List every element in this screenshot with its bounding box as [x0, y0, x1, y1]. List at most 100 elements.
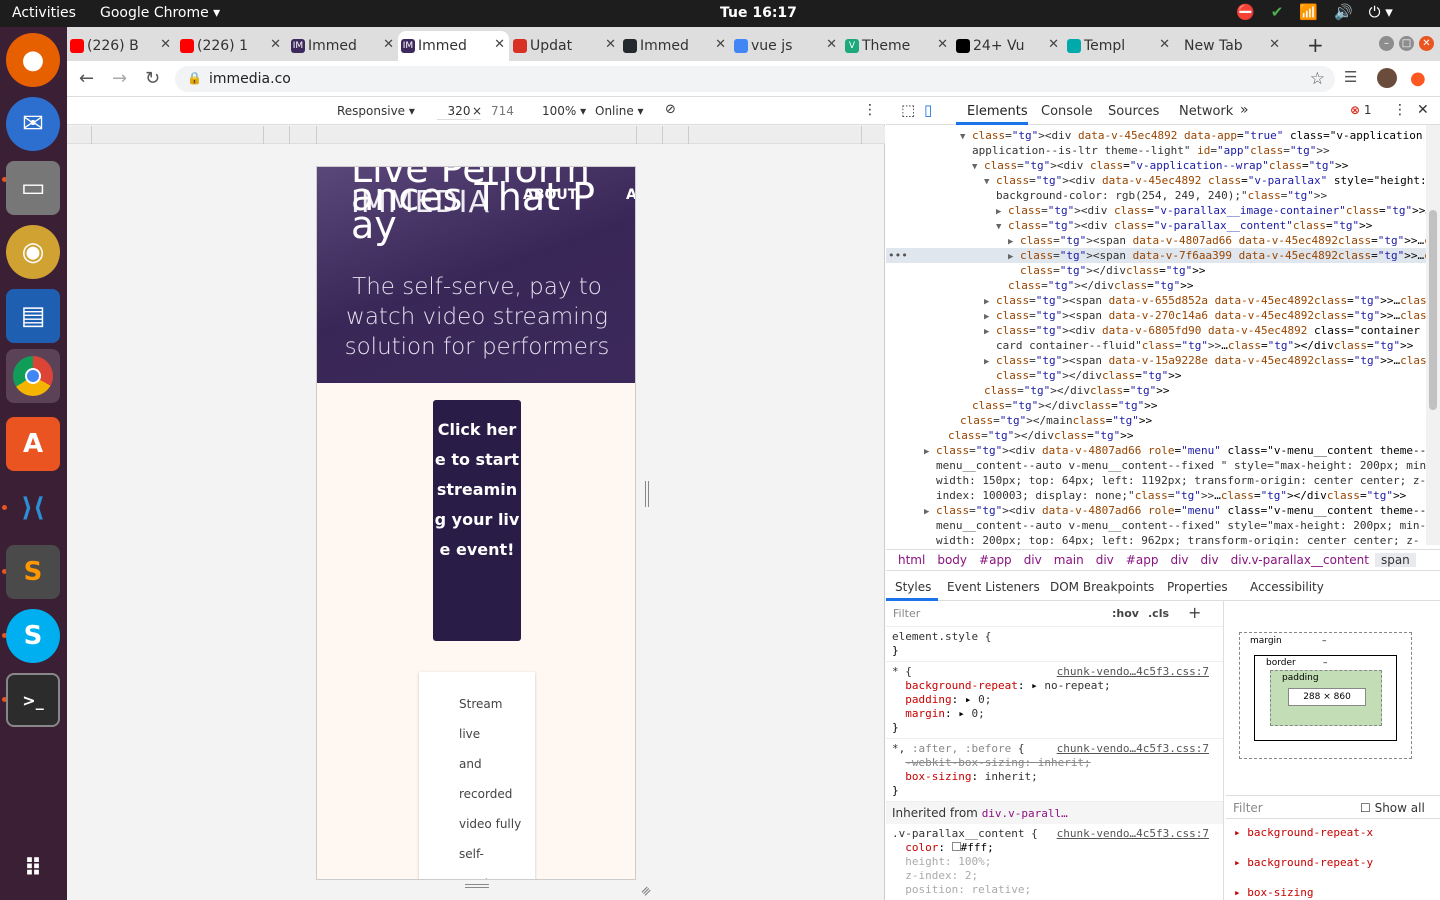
- resize-handle[interactable]: [645, 481, 649, 507]
- activities-button[interactable]: Activities: [12, 5, 76, 21]
- dom-node-line[interactable]: ▼ class="tg"><div data-v-45ec4892 data-a…: [886, 128, 1426, 143]
- dom-node-line[interactable]: ▶ class="tg"><span data-v-270c14a6 data-…: [886, 308, 1426, 323]
- dom-node-line[interactable]: ▼ class="tg"><div data-v-45ec4892 class=…: [886, 173, 1426, 188]
- extension-icon[interactable]: ●: [1410, 68, 1426, 89]
- sublime-icon[interactable]: S: [6, 545, 60, 599]
- dom-node-line[interactable]: ▶ class="tg"><span data-v-655d852a data-…: [886, 293, 1426, 308]
- dom-node-line[interactable]: ▶ class="tg"><span data-v-15a9228e data-…: [886, 353, 1426, 368]
- reload-icon[interactable]: ↻: [145, 68, 160, 89]
- box-model-padding[interactable]: padding 288 × 860: [1270, 670, 1382, 726]
- zoom-dropdown[interactable]: 100% ▾: [542, 104, 586, 118]
- box-model-content[interactable]: 288 × 860: [1288, 688, 1366, 706]
- breadcrumb-item[interactable]: html: [892, 553, 931, 567]
- close-tab-icon[interactable]: ✕: [605, 37, 616, 52]
- responsive-dropdown[interactable]: Responsive ▾: [337, 104, 415, 118]
- rule-source-link[interactable]: chunk-vendo…4c5f3.css:7: [1057, 742, 1209, 756]
- dom-node-line[interactable]: class="tg"></divclass="tg">>: [886, 368, 1426, 383]
- close-devtools-icon[interactable]: ✕: [1417, 102, 1429, 118]
- cls-toggle[interactable]: .cls: [1148, 607, 1169, 620]
- media-controls-icon[interactable]: ☰: [1344, 68, 1357, 86]
- dom-node-line[interactable]: ▶ class="tg"><div data-v-6805fd90 data-v…: [886, 323, 1426, 338]
- dom-node-line[interactable]: width: 150px; top: 64px; left: 1192px; t…: [886, 473, 1426, 488]
- computed-filter-input[interactable]: Filter: [1233, 801, 1263, 815]
- tab-console[interactable]: Console: [1041, 104, 1093, 119]
- bookmark-star-icon[interactable]: ☆: [1310, 69, 1325, 89]
- skype-icon[interactable]: S: [6, 609, 60, 663]
- rule-source-link[interactable]: chunk-vendo…4c5f3.css:7: [1057, 665, 1209, 679]
- dom-node-line[interactable]: class="tg"></divclass="tg">>: [886, 263, 1426, 278]
- computed-property[interactable]: ▸ background-repeat-y: [1234, 856, 1373, 869]
- dom-node-line[interactable]: class="tg"></divclass="tg">>: [886, 383, 1426, 398]
- dom-node-line[interactable]: ••• ▶ class="tg"><span data-v-7f6aa399 da…: [886, 248, 1426, 263]
- close-tab-icon[interactable]: ✕: [494, 37, 505, 52]
- firefox-icon[interactable]: ●: [6, 33, 60, 87]
- tab-sources[interactable]: Sources: [1108, 104, 1159, 119]
- dom-node-line[interactable]: class="tg"></mainclass="tg">>: [886, 413, 1426, 428]
- box-model-border[interactable]: border – padding 288 × 860: [1254, 655, 1397, 741]
- tab-network[interactable]: Network: [1179, 104, 1233, 119]
- inspect-element-icon[interactable]: ⬚: [901, 101, 915, 119]
- close-tab-icon[interactable]: ✕: [937, 37, 948, 52]
- dom-node-line[interactable]: card container--fluid"class="tg">>…class…: [886, 338, 1426, 353]
- dom-node-line[interactable]: menu__content--auto v-menu__content--fix…: [886, 458, 1426, 473]
- breadcrumb-item[interactable]: #app: [973, 553, 1018, 567]
- dom-node-line[interactable]: class="tg"></divclass="tg">>: [886, 278, 1426, 293]
- profile-avatar[interactable]: [1377, 68, 1397, 88]
- clock[interactable]: Tue 16:17: [720, 5, 797, 21]
- nav-link[interactable]: A: [626, 187, 635, 203]
- error-counter[interactable]: ⊗ 1: [1350, 103, 1372, 117]
- dom-node-line[interactable]: menu__content--auto v-menu__content--fix…: [886, 518, 1426, 533]
- dom-node-line[interactable]: index: 100003; display: none;"class="tg"…: [886, 488, 1426, 503]
- app-menu[interactable]: Google Chrome ▾: [100, 5, 220, 21]
- dom-scrollbar[interactable]: [1426, 125, 1440, 545]
- browser-tab[interactable]: vue js ✕: [731, 31, 841, 61]
- close-tab-icon[interactable]: ✕: [160, 37, 171, 52]
- new-tab-button[interactable]: +: [1307, 33, 1324, 57]
- update-icon[interactable]: ✔: [1271, 3, 1284, 21]
- dom-node-line[interactable]: width: 200px; top: 64px; left: 962px; tr…: [886, 533, 1426, 545]
- browser-tab[interactable]: Immed ✕: [620, 31, 730, 61]
- tab-accessibility[interactable]: Accessibility: [1250, 580, 1324, 594]
- new-rule-icon[interactable]: +: [1188, 603, 1201, 622]
- rotate-icon[interactable]: ⊘: [665, 102, 676, 117]
- inherited-selector[interactable]: div.v-parall…: [982, 807, 1068, 820]
- site-logo[interactable]: IMMEDIA: [351, 185, 490, 220]
- lock-icon[interactable]: 🔒: [187, 71, 202, 85]
- browser-tab[interactable]: (226) 1 ✕: [177, 31, 285, 61]
- corner-resize-handle[interactable]: ≡: [638, 882, 655, 899]
- url-text[interactable]: immedia.co: [209, 71, 291, 87]
- hov-toggle[interactable]: :hov: [1112, 607, 1139, 620]
- show-all-checkbox[interactable]: ☐ Show all: [1360, 801, 1425, 815]
- style-rule[interactable]: .v-parallax__content {chunk-vendo…4c5f3.…: [886, 824, 1223, 900]
- browser-tab[interactable]: New Tab ✕: [1174, 31, 1284, 61]
- close-tab-icon[interactable]: ✕: [826, 37, 837, 52]
- vscode-icon[interactable]: ⟩⟨: [6, 481, 60, 535]
- no-entry-icon[interactable]: ⛔: [1236, 3, 1255, 21]
- terminal-icon[interactable]: >_: [6, 673, 60, 727]
- forward-icon[interactable]: →: [112, 68, 127, 89]
- bottom-resize-handle[interactable]: [465, 884, 489, 888]
- browser-tab[interactable]: 24+ Vu ✕: [953, 31, 1063, 61]
- wifi-icon[interactable]: 📶: [1299, 3, 1318, 21]
- media-query-ruler[interactable]: [67, 126, 885, 144]
- height-input[interactable]: 714: [491, 104, 514, 118]
- tab-styles[interactable]: Styles: [895, 580, 931, 594]
- close-tab-icon[interactable]: ✕: [383, 37, 394, 52]
- style-rule[interactable]: element.style {}: [886, 627, 1223, 662]
- style-rule[interactable]: * {chunk-vendo…4c5f3.css:7 background-re…: [886, 662, 1223, 739]
- rhythmbox-icon[interactable]: ◉: [6, 225, 60, 279]
- box-model-margin[interactable]: margin – border – padding 288 × 860: [1239, 632, 1412, 759]
- maximize-button[interactable]: □: [1399, 36, 1414, 51]
- browser-tab[interactable]: V Theme ✕: [842, 31, 952, 61]
- breadcrumb-item[interactable]: #app: [1120, 553, 1165, 567]
- rule-source-link[interactable]: chunk-vendo…4c5f3.css:7: [1057, 827, 1209, 841]
- close-tab-icon[interactable]: ✕: [1269, 37, 1280, 52]
- dom-node-line[interactable]: class="tg"></divclass="tg">>: [886, 398, 1426, 413]
- devtools-menu-icon[interactable]: ⋮: [1393, 102, 1407, 118]
- browser-tab[interactable]: IM Immed ✕: [288, 31, 398, 61]
- device-toggle-icon[interactable]: ▯: [924, 101, 932, 119]
- dom-tree[interactable]: ▼ class="tg"><div data-v-45ec4892 data-a…: [886, 125, 1426, 545]
- breadcrumb-item[interactable]: div: [1195, 553, 1225, 567]
- computed-property[interactable]: ▸ box-sizing: [1234, 886, 1313, 899]
- breadcrumb-item[interactable]: main: [1048, 553, 1090, 567]
